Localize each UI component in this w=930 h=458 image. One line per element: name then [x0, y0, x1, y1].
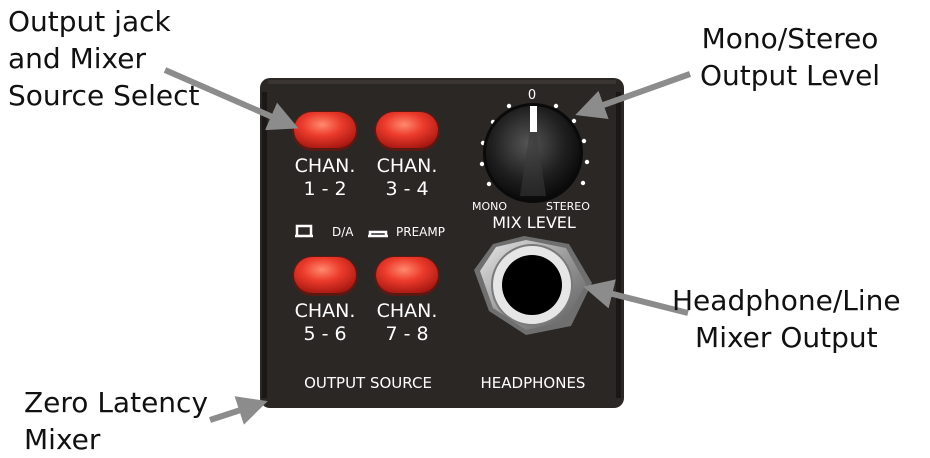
- callout-mono-stereo-line2: Output Level: [700, 59, 881, 92]
- knob-zero-label: 0: [528, 88, 536, 103]
- knob-pointer: [530, 106, 537, 132]
- mix-level-knob[interactable]: [483, 103, 583, 203]
- output-source-label: OUTPUT SOURCE: [304, 374, 432, 392]
- knob-mono-label: MONO: [472, 200, 507, 213]
- chan-5-6-label-line1: CHAN.: [295, 300, 356, 322]
- chan-5-6-button[interactable]: [292, 256, 358, 296]
- chan-7-8-button[interactable]: [374, 256, 440, 296]
- mix-level-label: MIX LEVEL: [492, 213, 576, 232]
- callout-headphone-line: Headphone/Line Mixer Output: [672, 282, 901, 356]
- callout-output-jack: Output jack and Mixer Source Select: [8, 3, 199, 114]
- callout-headphone-line-line1: Headphone/Line: [672, 284, 901, 317]
- mode-preamp-label: PREAMP: [396, 225, 445, 239]
- diagram: CHAN. 1 - 2 CHAN. 3 - 4 CHAN. 5 - 6 CHAN…: [0, 0, 930, 457]
- callout-output-jack-line1: Output jack: [8, 5, 171, 38]
- chan-3-4-label-line2: 3 - 4: [385, 178, 428, 200]
- chan-1-2-button[interactable]: [292, 111, 358, 151]
- headphones-label: HEADPHONES: [481, 374, 586, 392]
- callout-output-jack-line3: Source Select: [8, 79, 200, 112]
- chan-1-2-label-line1: CHAN.: [295, 155, 356, 177]
- arrow-zero-latency: [209, 396, 268, 425]
- knob-stereo-label: STEREO: [546, 200, 590, 213]
- chan-7-8-label-line2: 7 - 8: [385, 323, 428, 345]
- callout-zero-latency: Zero Latency Mixer: [24, 384, 208, 458]
- chan-7-8-label-line1: CHAN.: [377, 300, 438, 322]
- callout-headphone-line-line2: Mixer Output: [695, 321, 878, 354]
- panel-top-edge: [268, 80, 616, 84]
- panel-left-rail: [262, 92, 267, 398]
- callout-zero-latency-line1: Zero Latency: [24, 386, 209, 419]
- chan-1-2-label-line2: 1 - 2: [303, 178, 346, 200]
- chan-5-6-label-line2: 5 - 6: [303, 323, 346, 345]
- callout-zero-latency-line2: Mixer: [24, 423, 101, 456]
- callout-mono-stereo: Mono/Stereo Output Level: [700, 20, 880, 94]
- chan-3-4-button[interactable]: [374, 111, 440, 151]
- callout-output-jack-line2: and Mixer: [8, 42, 146, 75]
- panel-right-rail: [616, 92, 621, 398]
- chan-3-4-label-line1: CHAN.: [377, 155, 438, 177]
- callout-mono-stereo-line1: Mono/Stereo: [701, 22, 879, 55]
- mode-da-label: D/A: [332, 225, 354, 239]
